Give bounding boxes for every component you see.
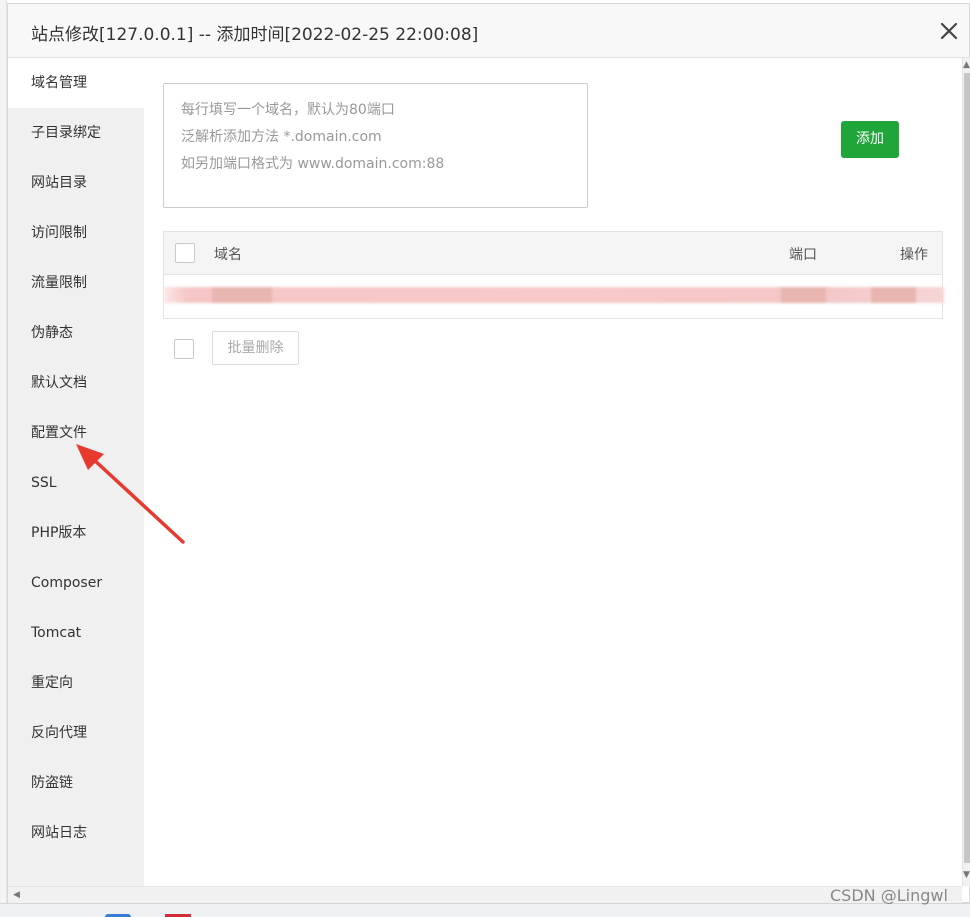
domain-input-placeholder-line: 每行填写一个域名，默认为80端口 (181, 102, 395, 118)
bulk-select-checkbox[interactable] (174, 339, 194, 359)
sidebar-item-domain-management[interactable]: 域名管理 (8, 58, 144, 108)
scroll-left-icon[interactable]: ◀ (13, 890, 20, 900)
domain-management-panel: 每行填写一个域名，默认为80端口 泛解析添加方法 *.domain.com 如另… (144, 58, 962, 886)
vertical-scrollbar[interactable]: ▲ ▼ (962, 58, 970, 886)
table-header: 域名 端口 操作 (164, 232, 942, 275)
scrollbar-thumb[interactable] (964, 73, 970, 863)
domain-table: 域名 端口 操作 (163, 231, 944, 319)
sidebar-item-subdirectory-binding[interactable]: 子目录绑定 (8, 108, 144, 158)
sidebar-item-traffic-limit[interactable]: 流量限制 (8, 258, 144, 308)
domain-input-placeholder-line: 如另加端口格式为 www.domain.com:88 (181, 156, 445, 172)
domain-input-placeholder-line: 泛解析添加方法 *.domain.com (181, 129, 382, 145)
scroll-down-icon[interactable]: ▼ (963, 870, 970, 880)
background-window-edge (0, 0, 7, 917)
scroll-up-icon[interactable]: ▲ (963, 60, 970, 70)
sidebar-item-rewrite[interactable]: 伪静态 (8, 308, 144, 358)
select-all-checkbox[interactable] (175, 243, 195, 263)
sidebar-item-hotlink-protection[interactable]: 防盗链 (8, 758, 144, 808)
sidebar-item-reverse-proxy[interactable]: 反向代理 (8, 708, 144, 758)
domain-input[interactable]: 每行填写一个域名，默认为80端口 泛解析添加方法 *.domain.com 如另… (163, 83, 588, 208)
sidebar-item-composer[interactable]: Composer (8, 558, 144, 608)
column-header-domain: 域名 (214, 247, 242, 263)
close-icon[interactable] (938, 20, 960, 42)
table-row-redacted (164, 287, 944, 303)
annotation-arrow-icon (76, 444, 185, 544)
sidebar-item-redirect[interactable]: 重定向 (8, 658, 144, 708)
column-header-port: 端口 (789, 247, 817, 263)
sidebar-item-tomcat[interactable]: Tomcat (8, 608, 144, 658)
sidebar-item-default-document[interactable]: 默认文档 (8, 358, 144, 408)
sidebar-item-site-logs[interactable]: 网站日志 (8, 808, 144, 858)
sidebar-item-site-directory[interactable]: 网站目录 (8, 158, 144, 208)
dialog-title: 站点修改[127.0.0.1] -- 添加时间[2022-02-25 22:00… (31, 25, 479, 45)
sidebar-item-access-limit[interactable]: 访问限制 (8, 208, 144, 258)
watermark: CSDN @Lingwl (830, 886, 948, 905)
column-header-actions: 操作 (900, 247, 928, 263)
add-domain-button[interactable]: 添加 (841, 121, 899, 158)
bulk-delete-button[interactable]: 批量删除 (212, 331, 299, 365)
horizontal-scrollbar[interactable]: ◀ (8, 886, 962, 903)
dialog-titlebar: 站点修改[127.0.0.1] -- 添加时间[2022-02-25 22:00… (8, 4, 969, 58)
taskbar-strip (0, 903, 970, 917)
